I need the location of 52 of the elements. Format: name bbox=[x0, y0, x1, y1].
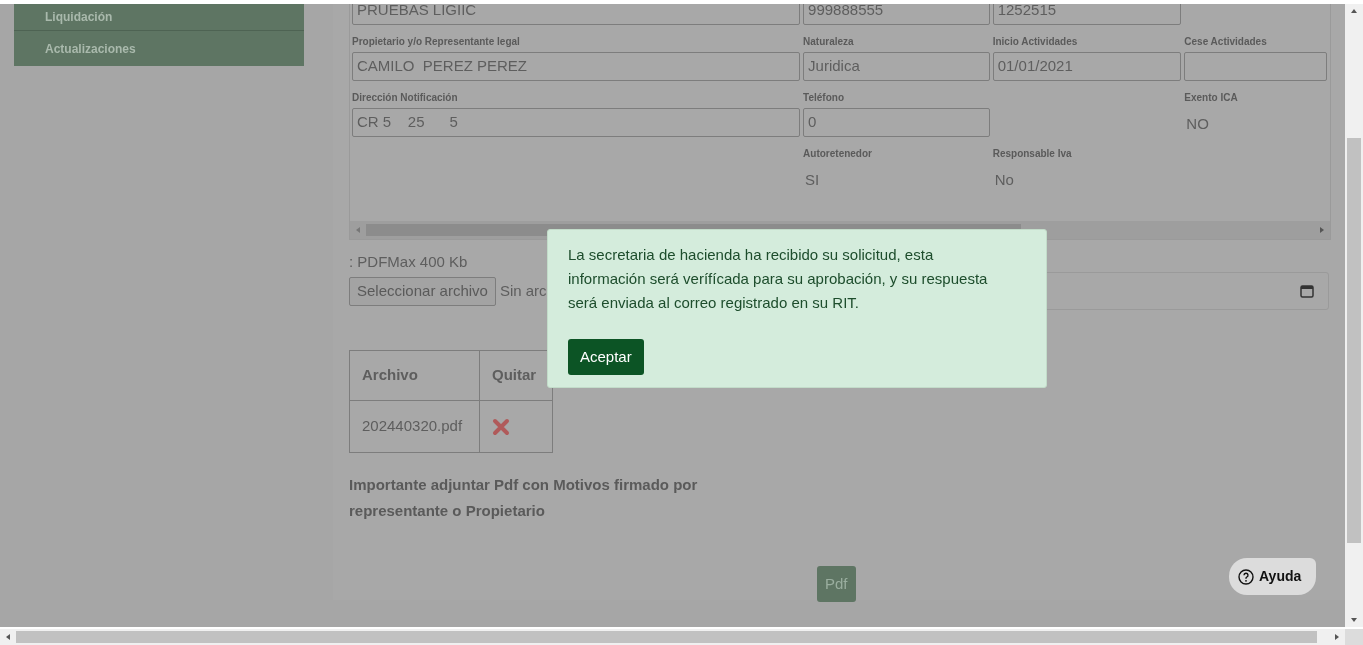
accept-button[interactable]: Aceptar bbox=[568, 339, 644, 375]
text-field[interactable]: 1252515 bbox=[992, 4, 1182, 25]
text-field[interactable]: 01/01/2021 bbox=[992, 52, 1182, 81]
field-value: 999888555 bbox=[808, 4, 884, 21]
text-field[interactable]: 0 bbox=[803, 108, 990, 137]
text-field[interactable]: CR 5 25 5 bbox=[352, 108, 801, 137]
field-value: PRUEBAS LIGIIC bbox=[357, 4, 477, 21]
field-value: NO bbox=[1185, 114, 1210, 134]
field-value: 01/01/2021 bbox=[997, 56, 1073, 77]
text-field[interactable]: Juridica bbox=[803, 52, 990, 81]
help-button[interactable]: Ayuda bbox=[1229, 558, 1316, 595]
text-field[interactable]: CAMILO PEREZ PEREZ bbox=[352, 52, 801, 81]
file-size-hint: : PDFMax 400 Kb bbox=[349, 252, 468, 272]
dialog-message: La secretaria de hacienda ha recibido su solicitud, esta información será verífícada para su aprobación, y su respuesta será enviada al correo registrado en su RIT. bbox=[568, 245, 989, 313]
field-label: Naturaleza bbox=[803, 35, 855, 49]
choose-file-button[interactable]: Seleccionar archivo bbox=[349, 276, 496, 306]
field-label: Responsable Iva bbox=[992, 147, 1073, 161]
field-value: 0 bbox=[808, 112, 817, 133]
field-value: CR 5 25 5 bbox=[357, 112, 458, 133]
sidebar-item[interactable]: Actualizaciones bbox=[14, 30, 304, 66]
field-label: Cese Actividades bbox=[1184, 35, 1268, 49]
field-label: Autoretenedor bbox=[803, 147, 873, 161]
calendar-icon bbox=[1300, 284, 1314, 298]
arrow-icon[interactable] bbox=[1333, 633, 1341, 641]
arrow-icon[interactable] bbox=[1350, 616, 1358, 624]
vertical-scrollbar[interactable] bbox=[1345, 4, 1363, 627]
field-label: Inicio Actividades bbox=[992, 35, 1079, 49]
arrow-icon[interactable] bbox=[1318, 226, 1326, 234]
text-field[interactable] bbox=[1184, 52, 1327, 81]
field-label: Teléfono bbox=[803, 91, 845, 105]
field-value: CAMILO PEREZ PEREZ bbox=[357, 56, 528, 77]
text-field[interactable]: 999888555 bbox=[803, 4, 990, 25]
scrollbar-corner bbox=[1345, 629, 1363, 645]
field-value: Juridica bbox=[808, 56, 860, 77]
arrow-icon[interactable] bbox=[1350, 7, 1358, 15]
file-status: Sin arc bbox=[499, 280, 547, 301]
field-label: Propietario y/o Representante legal bbox=[352, 35, 521, 49]
delete-icon[interactable] bbox=[492, 417, 510, 436]
horizontal-scrollbar[interactable] bbox=[0, 627, 1363, 645]
column-header: Archivo bbox=[349, 350, 480, 401]
sidebar-item[interactable]: Liquidación bbox=[14, 4, 304, 30]
field-value: SI bbox=[804, 170, 821, 190]
arrow-icon[interactable] bbox=[4, 633, 12, 641]
field-label: Exento ICA bbox=[1184, 91, 1239, 105]
field-value: 1252515 bbox=[997, 4, 1057, 21]
table-cell: 202440320.pdf bbox=[349, 400, 480, 453]
field-label: Dirección Notificación bbox=[352, 91, 459, 105]
note-text: Importante adjuntar Pdf con Motivos firmado por representante o Propietario bbox=[349, 475, 699, 521]
help-icon bbox=[1238, 568, 1254, 585]
field-value: No bbox=[993, 170, 1015, 190]
pdf-button[interactable]: Pdf bbox=[817, 566, 856, 602]
text-field[interactable]: PRUEBAS LIGIIC bbox=[352, 4, 801, 25]
